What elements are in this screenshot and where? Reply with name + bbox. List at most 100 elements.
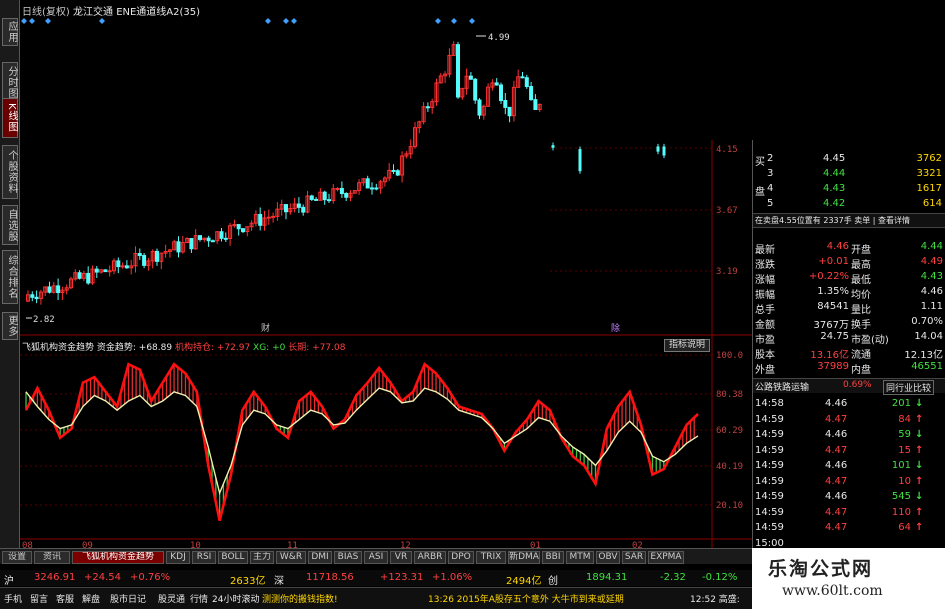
candle-body <box>314 198 319 201</box>
rail-btn-watchlist[interactable]: 自选股 <box>2 205 18 245</box>
candle-body <box>335 187 340 190</box>
rail-btn-ranking[interactable]: 综合排名 <box>2 250 18 304</box>
sh-pct: +0.76% <box>130 572 171 583</box>
sector-name[interactable]: 公路铁路运输 <box>755 380 809 393</box>
candle-body <box>656 146 660 152</box>
signal-diamond <box>291 18 297 24</box>
tab-5[interactable]: BOLL <box>218 551 248 564</box>
candle-body <box>524 77 529 88</box>
link-diary[interactable]: 股市日记 <box>110 592 146 605</box>
quote-row: 涨跌 +0.01 最高 4.49 <box>755 256 943 271</box>
cy-label: 创 <box>548 576 558 587</box>
news-ticker-2[interactable]: 13:26 2015年A股存五个意外 大牛市到来或延期 <box>428 592 624 605</box>
tick-row: 14:59 4.46 101 ↓ <box>755 460 924 471</box>
candle-body <box>198 235 202 240</box>
indicator-tabs: 设置 资讯 飞狐机构资金趋势 KDJ RSI BOLL 主力 W&R DMI BIAS ASI VR A… <box>0 548 752 564</box>
indicator-axis-tick: 60.29 <box>716 426 743 436</box>
candle-body <box>529 86 534 101</box>
quote-row: 涨幅 +0.22% 最低 4.43 <box>755 271 943 286</box>
candle-body <box>103 269 108 273</box>
tick-direction-icon: ↓ <box>915 491 924 502</box>
candle-body <box>124 265 129 269</box>
tab-14[interactable]: TRIX <box>476 551 506 564</box>
rail-btn-kline[interactable]: K线图 <box>2 98 18 138</box>
link-analysis[interactable]: 解盘 <box>82 592 100 605</box>
news-ticker-1[interactable]: 测测你的搬钱指数! <box>262 592 338 605</box>
price-axis-tick: 4.15 <box>716 145 738 155</box>
tab-6[interactable]: 主力 <box>250 551 274 564</box>
pending-order-row[interactable]: 在卖盘4.55位置有 2337手 卖单 | 查看详情 <box>753 213 945 228</box>
indicator-axis-tick: 80.38 <box>716 390 743 400</box>
order-book-row[interactable]: 5 4.42 614 <box>753 197 945 212</box>
candle-body <box>176 241 181 253</box>
finance-marker[interactable]: 财 <box>261 322 270 334</box>
tab-11[interactable]: VR <box>390 551 412 564</box>
sector-row[interactable]: 公路铁路运输 0.69% 同行业比较 <box>753 378 945 395</box>
signal-diamond <box>469 18 475 24</box>
candle-body <box>30 294 35 298</box>
tab-20[interactable]: EXPMA <box>648 551 684 564</box>
candle-body <box>271 215 276 218</box>
tick-row: 14:59 4.47 64 ↑ <box>755 522 924 533</box>
tab-7[interactable]: W&R <box>276 551 306 564</box>
tab-0[interactable]: 设置 <box>2 551 32 564</box>
tab-4[interactable]: RSI <box>192 551 216 564</box>
candle-body <box>223 237 228 240</box>
tab-3[interactable]: KDJ <box>166 551 190 564</box>
tick-row: 14:59 4.47 110 ↑ <box>755 506 924 518</box>
candle-body <box>551 145 555 148</box>
link-24h[interactable]: 24小时滚动 <box>212 592 259 605</box>
tick-row: 14:59 4.46 59 ↓ <box>755 429 924 440</box>
rail-btn-timeshare[interactable]: 分时图 <box>2 62 18 102</box>
rail-btn-more[interactable]: 更多 <box>2 312 18 340</box>
candle-body <box>266 216 271 219</box>
tab-13[interactable]: DPO <box>448 551 474 564</box>
indicator-help-button[interactable]: 指标说明 <box>664 339 710 352</box>
sh-value[interactable]: 3246.91 <box>34 572 75 583</box>
link-service[interactable]: 客服 <box>56 592 74 605</box>
tab-1[interactable]: 资讯 <box>34 551 70 564</box>
tab-12[interactable]: ARBR <box>414 551 446 564</box>
month-label: 12 <box>400 541 411 548</box>
tab-10[interactable]: ASI <box>364 551 388 564</box>
tab-18[interactable]: OBV <box>596 551 620 564</box>
link-mobile[interactable]: 手机 <box>4 592 22 605</box>
tick-direction-icon: ↓ <box>915 429 924 440</box>
sector-compare-button[interactable]: 同行业比较 <box>883 380 935 395</box>
signal-diamond <box>435 18 441 24</box>
candle-body <box>339 187 344 194</box>
quote-row: 外盘 37989 内盘 46551 <box>755 361 943 376</box>
signal-diamond <box>451 18 457 24</box>
tab-16[interactable]: BBI <box>542 551 564 564</box>
order-book-row[interactable]: 3 4.44 3321 <box>753 167 945 182</box>
link-quotes[interactable]: 行情 <box>190 592 208 605</box>
rail-btn-stock-info[interactable]: 个股资料 <box>2 145 18 199</box>
tab-17[interactable]: MTM <box>566 551 594 564</box>
link-message[interactable]: 留言 <box>30 592 48 605</box>
exright-marker[interactable]: 除 <box>611 322 620 334</box>
tab-9[interactable]: BIAS <box>334 551 362 564</box>
link-gulingtong[interactable]: 股灵通 <box>158 592 185 605</box>
tick-direction-icon: ↑ <box>915 444 924 456</box>
candle-body <box>578 149 582 172</box>
sz-value[interactable]: 11718.56 <box>306 572 354 583</box>
rail-btn-app[interactable]: 应用 <box>2 18 18 46</box>
order-book-row[interactable]: 盘 4 4.43 1617 <box>753 182 945 198</box>
tab-15[interactable]: 新DMA <box>508 551 540 564</box>
candle-body <box>520 76 525 79</box>
candle-body <box>94 268 99 273</box>
tick-row: 14:59 4.47 84 ↑ <box>755 413 924 425</box>
indicator-header: 飞狐机构资金趋势 资金趋势: +68.89 机构持仓: +72.97 XG: +… <box>22 340 345 353</box>
candle-body <box>137 253 142 257</box>
tab-8[interactable]: DMI <box>308 551 332 564</box>
cy-value[interactable]: 1894.31 <box>586 572 627 583</box>
indicator-name[interactable]: 飞狐机构资金趋势 <box>22 343 94 353</box>
tab-2[interactable]: 飞狐机构资金趋势 <box>72 551 164 564</box>
order-book-row[interactable]: 买 2 4.45 3762 <box>753 152 945 168</box>
tab-19[interactable]: SAR <box>622 551 646 564</box>
candle-body <box>107 270 112 273</box>
sz-label: 深 <box>274 576 284 587</box>
price-axis-tick: 3.67 <box>716 206 738 216</box>
kline-chart[interactable]: 4.99 2.82 4.15 3.67 3.19 财 除 100.0 80.38… <box>20 0 752 548</box>
candle-body <box>473 78 478 101</box>
